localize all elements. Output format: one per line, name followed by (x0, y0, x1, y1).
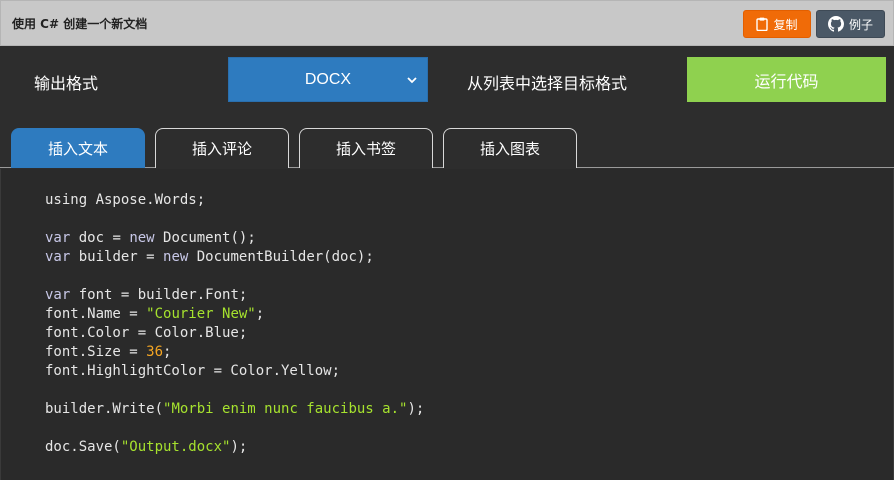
output-format-label: 输出格式 (34, 74, 99, 93)
copy-button[interactable]: 复制 (743, 10, 811, 38)
code-block: using Aspose.Words; var doc = new Docume… (45, 191, 424, 457)
code-token: font.HighlightColor = Color.Yellow; (45, 363, 341, 379)
code-line: builder.Write("Morbi enim nunc faucibus … (45, 400, 424, 419)
code-token: new (163, 249, 189, 265)
code-token: font.Name = (45, 306, 147, 322)
example-button[interactable]: 例子 (816, 10, 885, 38)
run-code-button[interactable]: 运行代码 (687, 57, 886, 102)
code-token: Document(); (154, 230, 256, 246)
code-token: doc.Save( (45, 439, 121, 455)
example-button-label: 例子 (848, 17, 873, 32)
code-line: using Aspose.Words; (45, 191, 424, 210)
github-icon (827, 16, 844, 32)
format-select[interactable]: DOCX (228, 57, 428, 102)
title-bar: 使用 C# 创建一个新文档 复制 例子 (0, 0, 894, 46)
code-token: ; (163, 344, 172, 360)
code-token: font.Size = (45, 344, 147, 360)
code-token: ); (407, 401, 425, 417)
code-line: var builder = new DocumentBuilder(doc); (45, 248, 424, 267)
code-token: using Aspose.Words; (45, 192, 206, 208)
code-line: var doc = new Document(); (45, 229, 424, 248)
code-token: builder = (70, 249, 164, 265)
code-token: var (45, 230, 71, 246)
code-line: var font = builder.Font; (45, 286, 424, 305)
code-line: font.HighlightColor = Color.Yellow; (45, 362, 424, 381)
code-token: "Morbi enim nunc faucibus a." (163, 401, 408, 417)
code-token: doc = (70, 230, 130, 246)
tab-insert-bookmark[interactable]: 插入书签 (299, 128, 433, 168)
window-title: 使用 C# 创建一个新文档 (12, 17, 148, 31)
copy-button-label: 复制 (773, 17, 798, 32)
code-token: 36 (146, 344, 164, 360)
clipboard-icon (756, 17, 769, 31)
tab-insert-text[interactable]: 插入文本 (11, 128, 145, 168)
code-token: DocumentBuilder(doc); (188, 249, 374, 265)
code-line: font.Name = "Courier New"; (45, 305, 424, 324)
code-token: font = builder.Font; (70, 287, 248, 303)
code-line: font.Color = Color.Blue; (45, 324, 424, 343)
code-token: var (45, 249, 71, 265)
tab-insert-comment[interactable]: 插入评论 (155, 128, 289, 168)
tab-insert-chart[interactable]: 插入图表 (443, 128, 577, 168)
chevron-down-icon (407, 71, 417, 89)
code-token: "Courier New" (146, 306, 256, 322)
code-token: ; (255, 306, 265, 322)
code-token: ); (230, 439, 248, 455)
code-line: font.Size = 36; (45, 343, 424, 362)
code-editor[interactable]: using Aspose.Words; var doc = new Docume… (0, 169, 894, 480)
code-token: builder.Write( (45, 401, 164, 417)
code-token: var (45, 287, 71, 303)
format-select-value: DOCX (304, 70, 352, 88)
code-line: doc.Save("Output.docx"); (45, 438, 424, 457)
format-hint: 从列表中选择目标格式 (467, 74, 628, 93)
code-token: new (129, 230, 155, 246)
tab-bar: 插入文本 插入评论 插入书签 插入图表 (0, 128, 894, 168)
code-token: "Output.docx" (120, 439, 231, 455)
controls-bar: 输出格式 DOCX 从列表中选择目标格式 运行代码 (0, 46, 894, 128)
code-token: font.Color = Color.Blue; (45, 325, 248, 341)
